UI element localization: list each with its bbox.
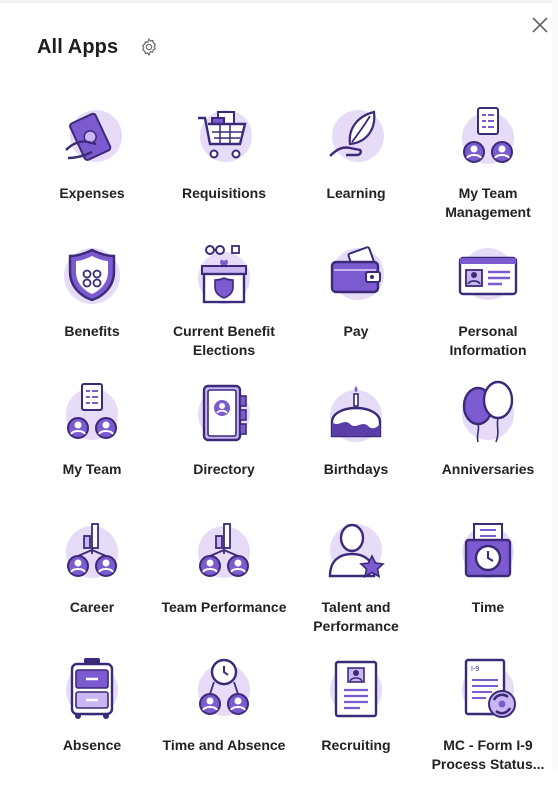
- cake-icon: [320, 378, 392, 450]
- app-label: Time: [471, 599, 505, 615]
- app-label: Current Benefit Elections: [173, 323, 275, 358]
- app-label: Recruiting: [321, 737, 391, 753]
- app-tile-mc-form-i-9-process-status[interactable]: I-9 MC - Form I-9 Process Status...: [422, 654, 554, 792]
- app-label: Anniversaries: [441, 461, 535, 477]
- app-tile-pay[interactable]: Pay: [290, 240, 422, 378]
- app-label: My Team Management: [445, 185, 531, 220]
- time-clock-icon: [452, 516, 524, 588]
- leaf-hand-icon: [320, 102, 392, 174]
- app-label: Benefits: [64, 323, 120, 339]
- app-label: Time and Absence: [162, 737, 286, 753]
- top-edge: [0, 0, 558, 3]
- team-chart-icon: [188, 516, 260, 588]
- id-card-icon: [452, 240, 524, 312]
- svg-text:I-9: I-9: [471, 666, 479, 673]
- app-tile-time[interactable]: Time: [422, 516, 554, 654]
- app-label: Talent and Performance: [313, 599, 399, 634]
- app-tile-requisitions[interactable]: Requisitions: [158, 102, 290, 240]
- app-label: Requisitions: [181, 185, 266, 201]
- suitcase-icon: [56, 654, 128, 726]
- benefit-box-icon: [188, 240, 260, 312]
- app-label: Directory: [193, 461, 255, 477]
- app-label: Birthdays: [323, 461, 389, 477]
- shield-icon: [56, 240, 128, 312]
- resume-icon: [320, 654, 392, 726]
- app-tile-birthdays[interactable]: Birthdays: [290, 378, 422, 516]
- app-label: Pay: [343, 323, 369, 339]
- team-chart-icon: [56, 516, 128, 588]
- team-document-icon: [452, 102, 524, 174]
- app-label: My Team: [62, 461, 122, 477]
- form-i9-icon: I-9: [452, 654, 524, 726]
- shopping-cart-icon: [188, 102, 260, 174]
- app-tile-learning[interactable]: Learning: [290, 102, 422, 240]
- team-clock-icon: [188, 654, 260, 726]
- panel-header: All Apps: [37, 30, 160, 64]
- app-tile-personal-information[interactable]: Personal Information: [422, 240, 554, 378]
- app-label: Career: [69, 599, 115, 615]
- balloons-icon: [452, 378, 524, 450]
- app-label: Absence: [62, 737, 122, 753]
- gear-icon[interactable]: [138, 36, 160, 58]
- app-tile-my-team-management[interactable]: My Team Management: [422, 102, 554, 240]
- app-label: Expenses: [59, 185, 125, 201]
- app-tile-directory[interactable]: Directory: [158, 378, 290, 516]
- apps-grid: Expenses Requisitions Learning My Team Mana…: [26, 102, 554, 792]
- app-tile-career[interactable]: Career: [26, 516, 158, 654]
- app-tile-recruiting[interactable]: Recruiting: [290, 654, 422, 792]
- app-label: Learning: [326, 185, 386, 201]
- app-tile-talent-and-performance[interactable]: Talent and Performance: [290, 516, 422, 654]
- app-label: MC - Form I-9 Process Status...: [431, 737, 545, 772]
- app-tile-benefits[interactable]: Benefits: [26, 240, 158, 378]
- person-star-icon: [320, 516, 392, 588]
- team-document-icon: [56, 378, 128, 450]
- app-tile-time-and-absence[interactable]: Time and Absence: [158, 654, 290, 792]
- close-icon[interactable]: [525, 10, 555, 40]
- app-tile-anniversaries[interactable]: Anniversaries: [422, 378, 554, 516]
- app-tile-expenses[interactable]: Expenses: [26, 102, 158, 240]
- wallet-icon: [320, 240, 392, 312]
- address-book-icon: [188, 378, 260, 450]
- app-label: Team Performance: [161, 599, 287, 615]
- app-tile-team-performance[interactable]: Team Performance: [158, 516, 290, 654]
- app-tile-my-team[interactable]: My Team: [26, 378, 158, 516]
- expenses-icon: [56, 102, 128, 174]
- panel-title: All Apps: [37, 35, 119, 58]
- app-tile-current-benefit-elections[interactable]: Current Benefit Elections: [158, 240, 290, 378]
- app-label: Personal Information: [449, 323, 527, 358]
- app-tile-absence[interactable]: Absence: [26, 654, 158, 792]
